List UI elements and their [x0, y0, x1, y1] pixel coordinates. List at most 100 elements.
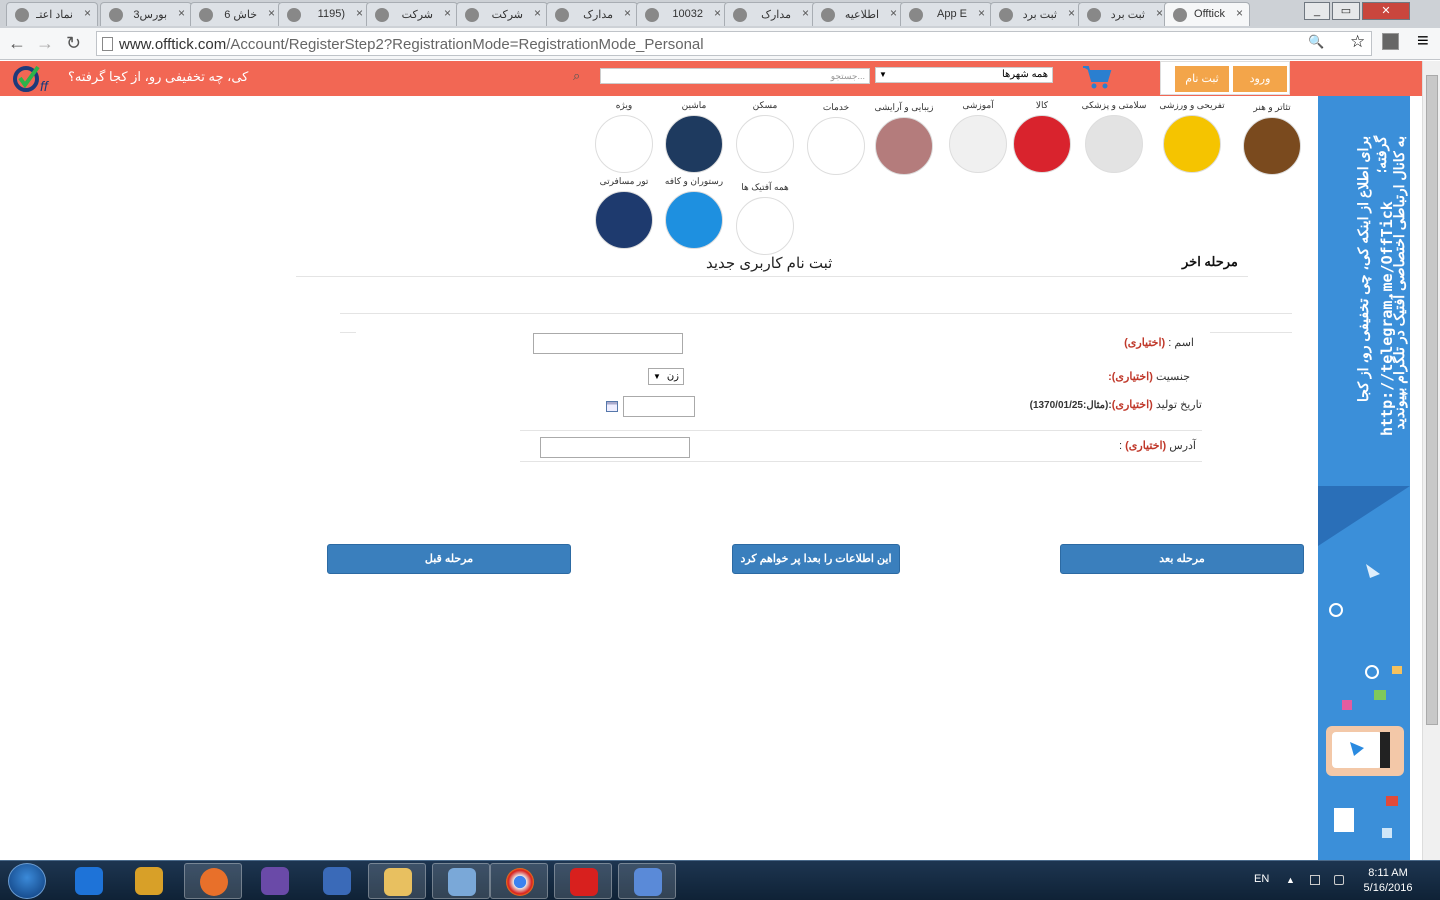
minimize-button[interactable]: _: [1304, 2, 1330, 20]
url-path: /Account/RegisterStep2?RegistrationMode=…: [226, 36, 704, 53]
auth-box: ورود ثبت نام: [1160, 61, 1290, 95]
url-field[interactable]: www.offtick.com/Account/RegisterStep2?Re…: [96, 31, 1372, 56]
browser-tab[interactable]: بورس3 ×: [100, 2, 192, 26]
search-icon[interactable]: ⌕: [573, 68, 580, 84]
bookmark-star-icon[interactable]: ☆: [1350, 32, 1365, 52]
clock-date: 5/16/2016: [1363, 882, 1413, 894]
fill-later-button[interactable]: این اطلاعات را بعدا پر خواهم کرد: [732, 544, 900, 574]
media-player-icon: [135, 867, 163, 895]
tab-close-icon[interactable]: ×: [1068, 6, 1075, 20]
language-indicator[interactable]: EN: [1254, 873, 1269, 885]
system-clock[interactable]: 8:11 AM 5/16/2016: [1356, 866, 1420, 896]
tray-arrow-icon[interactable]: ▲: [1286, 875, 1296, 885]
calendar-icon[interactable]: [606, 401, 618, 412]
category-item[interactable]: تئاتر و هنر: [1240, 102, 1304, 175]
browser-tab[interactable]: خاش 6 ×: [190, 2, 282, 26]
register-button[interactable]: ثبت نام: [1175, 66, 1229, 92]
category-item[interactable]: تور مسافرتی: [592, 176, 656, 249]
category-item[interactable]: همه آفتیک ها: [733, 182, 797, 255]
browser-tab[interactable]: (1195 ×: [278, 2, 370, 26]
tab-close-icon[interactable]: ×: [534, 6, 541, 20]
tab-favicon-icon: [909, 8, 923, 22]
browser-tab[interactable]: Offtick ×: [1164, 2, 1250, 26]
birthdate-input[interactable]: [623, 396, 695, 417]
offtick-logo[interactable]: ff: [12, 63, 60, 95]
tab-close-icon[interactable]: ×: [890, 6, 897, 20]
next-step-button[interactable]: مرحله بعد: [1060, 544, 1304, 574]
page-scrollbar[interactable]: [1422, 61, 1440, 860]
address-input[interactable]: [540, 437, 690, 458]
category-item[interactable]: آموزشی: [946, 100, 1010, 173]
browser-tab[interactable]: مدارک ×: [546, 2, 638, 26]
heart-icon: [1085, 115, 1143, 173]
city-select[interactable]: همه شهرها ▼: [875, 67, 1053, 83]
previous-step-button[interactable]: مرحله قبل: [327, 544, 571, 574]
category-item[interactable]: زیبایی و آرایشی: [872, 102, 936, 175]
tab-label: بورس3: [133, 9, 167, 21]
scrollbar-thumb[interactable]: [1426, 75, 1438, 725]
zoom-icon[interactable]: 🔍: [1308, 34, 1324, 50]
taskbar-file-explorer[interactable]: [368, 863, 426, 899]
category-item[interactable]: خدمات: [804, 102, 868, 175]
browser-tab[interactable]: اطلاعیه ×: [812, 2, 904, 26]
taskbar-paint[interactable]: [618, 863, 676, 899]
tab-close-icon[interactable]: ×: [1236, 6, 1243, 20]
taskbar-acrobat[interactable]: [554, 863, 612, 899]
category-item[interactable]: ماشین: [662, 100, 726, 173]
taskbar-chrome[interactable]: [490, 863, 548, 899]
extension-icon[interactable]: [1382, 33, 1399, 50]
menu-icon[interactable]: ≡: [1417, 30, 1429, 53]
close-window-button[interactable]: ✕: [1362, 2, 1410, 20]
login-button[interactable]: ورود: [1233, 66, 1287, 92]
category-item[interactable]: مسکن: [733, 100, 797, 173]
browser-tab[interactable]: ثبت برد ×: [1078, 2, 1170, 26]
step-title: مرحله اخر: [1182, 254, 1238, 269]
taskbar-internet-explorer[interactable]: [60, 863, 118, 899]
gender-select[interactable]: زن ▼: [648, 368, 684, 385]
browser-tab[interactable]: ثبت برد ×: [990, 2, 1082, 26]
taskbar-notepad[interactable]: [432, 863, 490, 899]
forward-arrow-icon[interactable]: →: [36, 33, 54, 54]
browser-tab[interactable]: مدارک ×: [724, 2, 816, 26]
category-label: تور مسافرتی: [599, 176, 649, 186]
category-item[interactable]: ویژه: [592, 100, 656, 173]
taskbar-firefox[interactable]: [184, 863, 242, 899]
tab-close-icon[interactable]: ×: [84, 6, 91, 20]
reload-icon[interactable]: ↻: [66, 33, 81, 54]
network-icon[interactable]: [1310, 875, 1320, 885]
tab-close-icon[interactable]: ×: [444, 6, 451, 20]
maximize-button[interactable]: ▭: [1332, 2, 1360, 20]
browser-tab[interactable]: شرکت ×: [366, 2, 458, 26]
taskbar-media-player[interactable]: [120, 863, 178, 899]
tab-label: شرکت: [491, 9, 523, 21]
volume-icon[interactable]: [1334, 875, 1344, 885]
tab-close-icon[interactable]: ×: [178, 6, 185, 20]
tab-close-icon[interactable]: ×: [356, 6, 363, 20]
browser-tab[interactable]: 10032 ×: [636, 2, 728, 26]
tab-close-icon[interactable]: ×: [268, 6, 275, 20]
tab-close-icon[interactable]: ×: [714, 6, 721, 20]
name-input[interactable]: [533, 333, 683, 354]
tab-close-icon[interactable]: ×: [978, 6, 985, 20]
browser-tab[interactable]: نماد اعتـ ×: [6, 2, 98, 26]
category-item[interactable]: کالا: [1010, 100, 1074, 173]
category-item[interactable]: سلامتی و پزشکی: [1072, 100, 1156, 173]
taskbar-visual-studio[interactable]: [246, 863, 304, 899]
browser-tab[interactable]: App E ×: [900, 2, 992, 26]
back-arrow-icon[interactable]: ←: [8, 33, 26, 54]
tab-favicon-icon: [375, 8, 389, 22]
search-input[interactable]: جستجو...: [600, 68, 870, 84]
category-item[interactable]: رستوران و کافه: [662, 176, 726, 249]
divider: [520, 461, 1202, 462]
tab-close-icon[interactable]: ×: [1156, 6, 1163, 20]
tab-close-icon[interactable]: ×: [802, 6, 809, 20]
page-title: ثبت نام کاربری جدید: [706, 255, 833, 272]
start-button[interactable]: [8, 863, 46, 899]
category-item[interactable]: تفریحی و ورزشی: [1150, 100, 1234, 173]
tab-close-icon[interactable]: ×: [624, 6, 631, 20]
divider: [520, 430, 1202, 431]
browser-tab[interactable]: شرکت ×: [456, 2, 548, 26]
cart-icon[interactable]: [1082, 64, 1112, 90]
telegram-banner[interactable]: برای اطلاع از اینکه کی، چی تخفیفی رو، از…: [1318, 96, 1410, 860]
taskbar-app-swirl[interactable]: [308, 863, 366, 899]
